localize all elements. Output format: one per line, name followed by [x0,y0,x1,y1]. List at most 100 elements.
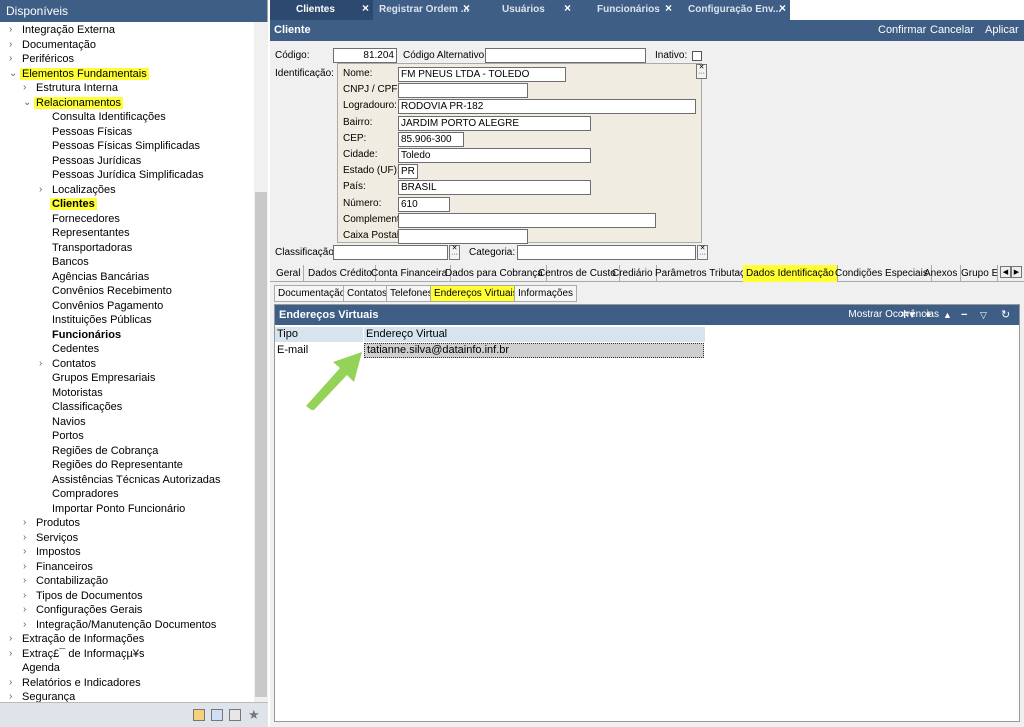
sidebar-item[interactable]: Consulta Identificações [50,110,168,124]
confirm-button[interactable]: Confirmar [878,20,926,41]
field-input[interactable]: BRASIL [398,180,591,196]
sub-tab[interactable]: Documentação [274,285,350,302]
field-input[interactable]: RODOVIA PR-182 [398,99,696,115]
sidebar-item[interactable]: › Impostos [23,545,83,559]
sidebar-item[interactable]: › Tipos de Documentos [23,589,145,603]
sidebar-item[interactable]: › Contatos [39,357,98,371]
tab-scroll-right-icon[interactable]: ▶ [1011,266,1022,278]
main-tab[interactable]: Anexos [921,265,962,282]
sidebar-item[interactable]: Convênios Recebimento [50,284,174,298]
field-input[interactable]: 610 [398,196,450,212]
sidebar-item[interactable]: Agenda [20,661,62,675]
chevron-right-icon[interactable]: › [23,531,31,545]
close-icon[interactable]: × [665,0,672,18]
field-input[interactable]: FM PNEUS LTDA - TOLEDO [398,67,566,82]
sidebar-item[interactable]: Motoristas [50,386,105,400]
sub-tab[interactable]: Contatos [343,285,392,302]
sidebar-item[interactable]: Regiões do Representante [50,458,185,472]
sidebar-item[interactable]: › Extração de Informações [9,632,146,646]
sidebar-item[interactable]: Pessoas Jurídica Simplificadas [50,168,206,182]
sidebar-item[interactable]: › Contabilização [23,574,110,588]
tree-scrollbar[interactable] [254,22,268,702]
sidebar-item[interactable]: Compradores [50,487,121,501]
sidebar-item[interactable]: Classificações [50,400,124,414]
sidebar-item[interactable]: Pessoas Jurídicas [50,154,143,168]
chevron-right-icon[interactable]: › [9,647,17,661]
inativo-checkbox[interactable] [692,51,702,61]
remove-icon[interactable]: − [961,305,967,325]
folder-icon[interactable] [193,709,205,721]
field-input[interactable]: PR [398,164,418,180]
main-tab[interactable]: Conta Financeira [368,265,452,282]
main-tab[interactable]: Dados Identificação [743,265,838,282]
sidebar-item[interactable]: Convênios Pagamento [50,299,165,313]
tab-registrar-ordem[interactable]: Registrar Ordem ... × [373,0,474,20]
chevron-right-icon[interactable]: › [23,589,31,603]
add-icon[interactable]: + [925,305,931,325]
tab-funcionarios[interactable]: Funcionários × [575,0,676,20]
sub-tab[interactable]: Endereços Virtuais [430,285,522,302]
sidebar-item[interactable]: Importar Ponto Funcionário [50,502,187,516]
star-icon[interactable]: ★ [248,707,260,723]
tab-configuracao[interactable]: Configuração Env... × [676,0,790,20]
options-icon[interactable]: ✲▾ [900,305,915,325]
move-up-icon[interactable]: ▲ [943,305,952,325]
cancel-button[interactable]: Cancelar [930,20,974,41]
classificacao-lookup-button[interactable]: ✕ ··· [449,245,460,260]
sidebar-item[interactable]: Pessoas Físicas [50,125,134,139]
filter-icon[interactable]: ▽ [980,305,987,325]
main-tab[interactable]: Dados Crédito [305,265,376,282]
chevron-right-icon[interactable]: › [23,81,31,95]
categoria-field[interactable] [517,245,696,260]
chevron-right-icon[interactable]: › [39,357,47,371]
field-input[interactable]: JARDIM PORTO ALEGRE [398,115,591,131]
tab-clientes[interactable]: Clientes × [270,0,373,20]
sidebar-item[interactable]: Bancos [50,255,91,269]
sidebar-item[interactable]: ⌄ Relacionamentos [23,96,123,110]
sidebar-item[interactable]: › Integração Externa [9,23,117,37]
main-tab[interactable]: Grupo Er [958,265,998,282]
sidebar-item[interactable]: › Serviços [23,531,80,545]
sidebar-item[interactable]: Representantes [50,226,132,240]
close-icon[interactable]: × [362,0,369,18]
column-header-endereco[interactable]: Endereço Virtual [363,327,705,342]
main-tab[interactable]: Crediário [609,265,657,282]
refresh-icon[interactable]: ↻ [1001,305,1010,325]
apply-button[interactable]: Aplicar [985,20,1019,41]
sidebar-item[interactable]: Fornecedores [50,212,122,226]
sidebar-item[interactable]: Cedentes [50,342,101,356]
chevron-right-icon[interactable]: › [9,52,17,66]
field-input[interactable]: 85.906-300 [398,131,464,147]
sidebar-item[interactable]: › Produtos [23,516,82,530]
settings-icon[interactable] [229,709,241,721]
chevron-right-icon[interactable]: › [9,676,17,690]
identificacao-lookup-button[interactable]: ✕ ··· [696,64,707,79]
field-input[interactable]: Toledo [398,148,591,163]
categoria-lookup-button[interactable]: ✕ ··· [697,245,708,260]
chevron-right-icon[interactable]: › [23,574,31,588]
close-icon[interactable]: × [463,0,470,18]
navigation-tree[interactable]: › Integração Externa › Documentação › Perifér… [0,22,254,702]
sidebar-item[interactable]: Pessoas Físicas Simplificadas [50,139,202,153]
sidebar-item[interactable]: Portos [50,429,86,443]
close-icon[interactable]: × [779,0,786,18]
sidebar-item[interactable]: › Documentação [9,38,98,52]
sidebar-item[interactable]: Instituições Públicas [50,313,154,327]
chevron-right-icon[interactable]: › [9,690,17,702]
sidebar-item[interactable]: › Estrutura Interna [23,81,120,95]
chevron-right-icon[interactable]: › [23,516,31,530]
tab-usuarios[interactable]: Usuários × [474,0,575,20]
chevron-right-icon[interactable]: › [23,560,31,574]
sidebar-item[interactable]: Navios [50,415,88,429]
sidebar-item[interactable]: Grupos Empresariais [50,371,157,385]
chevron-right-icon[interactable]: › [23,545,31,559]
sidebar-item[interactable]: Agências Bancárias [50,270,151,284]
chevron-right-icon[interactable]: › [39,183,47,197]
classificacao-field[interactable] [333,245,448,260]
chevron-right-icon[interactable]: › [9,632,17,646]
sidebar-item[interactable]: › Configurações Gerais [23,603,144,617]
sidebar-item[interactable]: Assistências Técnicas Autorizadas [50,473,223,487]
sidebar-item[interactable]: ⌄ Elementos Fundamentais [9,67,149,81]
sidebar-item[interactable]: Transportadoras [50,241,134,255]
sidebar-item[interactable]: Funcionários [50,328,123,342]
